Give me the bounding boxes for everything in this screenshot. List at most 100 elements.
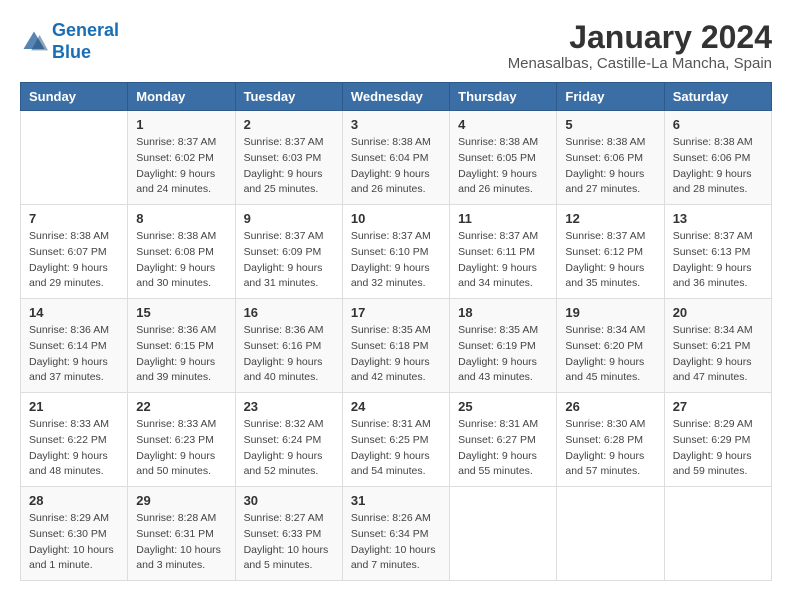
column-header-monday: Monday	[128, 83, 235, 111]
calendar-cell: 12 Sunrise: 8:37 AMSunset: 6:12 PMDaylig…	[557, 205, 664, 299]
day-info: Sunrise: 8:38 AMSunset: 6:07 PMDaylight:…	[29, 229, 119, 292]
calendar-cell: 29 Sunrise: 8:28 AMSunset: 6:31 PMDaylig…	[128, 487, 235, 581]
day-info: Sunrise: 8:36 AMSunset: 6:14 PMDaylight:…	[29, 323, 119, 386]
day-info: Sunrise: 8:33 AMSunset: 6:23 PMDaylight:…	[136, 417, 226, 480]
calendar-cell	[21, 111, 128, 205]
calendar-cell: 27 Sunrise: 8:29 AMSunset: 6:29 PMDaylig…	[664, 393, 771, 487]
location-title: Menasalbas, Castille-La Mancha, Spain	[508, 55, 772, 72]
day-info: Sunrise: 8:29 AMSunset: 6:30 PMDaylight:…	[29, 511, 119, 574]
calendar-cell: 21 Sunrise: 8:33 AMSunset: 6:22 PMDaylig…	[21, 393, 128, 487]
day-info: Sunrise: 8:38 AMSunset: 6:05 PMDaylight:…	[458, 135, 548, 198]
calendar-table: SundayMondayTuesdayWednesdayThursdayFrid…	[20, 82, 772, 581]
day-info: Sunrise: 8:37 AMSunset: 6:09 PMDaylight:…	[244, 229, 334, 292]
day-number: 16	[244, 305, 334, 320]
day-number: 3	[351, 117, 441, 132]
day-info: Sunrise: 8:38 AMSunset: 6:08 PMDaylight:…	[136, 229, 226, 292]
calendar-cell: 26 Sunrise: 8:30 AMSunset: 6:28 PMDaylig…	[557, 393, 664, 487]
day-number: 17	[351, 305, 441, 320]
calendar-cell: 19 Sunrise: 8:34 AMSunset: 6:20 PMDaylig…	[557, 299, 664, 393]
day-number: 21	[29, 399, 119, 414]
day-number: 12	[565, 211, 655, 226]
calendar-cell	[450, 487, 557, 581]
day-number: 20	[673, 305, 763, 320]
calendar-cell	[557, 487, 664, 581]
day-info: Sunrise: 8:31 AMSunset: 6:27 PMDaylight:…	[458, 417, 548, 480]
calendar-cell: 11 Sunrise: 8:37 AMSunset: 6:11 PMDaylig…	[450, 205, 557, 299]
logo: General Blue	[20, 20, 119, 63]
calendar-cell: 18 Sunrise: 8:35 AMSunset: 6:19 PMDaylig…	[450, 299, 557, 393]
day-number: 8	[136, 211, 226, 226]
day-info: Sunrise: 8:37 AMSunset: 6:12 PMDaylight:…	[565, 229, 655, 292]
day-number: 30	[244, 493, 334, 508]
day-info: Sunrise: 8:36 AMSunset: 6:16 PMDaylight:…	[244, 323, 334, 386]
calendar-cell: 6 Sunrise: 8:38 AMSunset: 6:06 PMDayligh…	[664, 111, 771, 205]
day-info: Sunrise: 8:33 AMSunset: 6:22 PMDaylight:…	[29, 417, 119, 480]
month-title: January 2024	[508, 20, 772, 55]
day-info: Sunrise: 8:38 AMSunset: 6:04 PMDaylight:…	[351, 135, 441, 198]
calendar-cell: 8 Sunrise: 8:38 AMSunset: 6:08 PMDayligh…	[128, 205, 235, 299]
day-info: Sunrise: 8:35 AMSunset: 6:18 PMDaylight:…	[351, 323, 441, 386]
day-number: 29	[136, 493, 226, 508]
calendar-cell: 3 Sunrise: 8:38 AMSunset: 6:04 PMDayligh…	[342, 111, 449, 205]
calendar-week-row: 28 Sunrise: 8:29 AMSunset: 6:30 PMDaylig…	[21, 487, 772, 581]
day-number: 19	[565, 305, 655, 320]
column-header-saturday: Saturday	[664, 83, 771, 111]
day-number: 13	[673, 211, 763, 226]
day-number: 11	[458, 211, 548, 226]
logo-icon	[20, 28, 48, 56]
page-header: General Blue January 2024 Menasalbas, Ca…	[20, 20, 772, 72]
calendar-cell: 15 Sunrise: 8:36 AMSunset: 6:15 PMDaylig…	[128, 299, 235, 393]
calendar-cell: 2 Sunrise: 8:37 AMSunset: 6:03 PMDayligh…	[235, 111, 342, 205]
day-number: 5	[565, 117, 655, 132]
logo-line1: General	[52, 20, 119, 40]
day-info: Sunrise: 8:38 AMSunset: 6:06 PMDaylight:…	[565, 135, 655, 198]
day-info: Sunrise: 8:37 AMSunset: 6:10 PMDaylight:…	[351, 229, 441, 292]
day-number: 25	[458, 399, 548, 414]
calendar-cell: 17 Sunrise: 8:35 AMSunset: 6:18 PMDaylig…	[342, 299, 449, 393]
day-info: Sunrise: 8:31 AMSunset: 6:25 PMDaylight:…	[351, 417, 441, 480]
day-number: 4	[458, 117, 548, 132]
calendar-cell: 30 Sunrise: 8:27 AMSunset: 6:33 PMDaylig…	[235, 487, 342, 581]
day-info: Sunrise: 8:36 AMSunset: 6:15 PMDaylight:…	[136, 323, 226, 386]
day-number: 6	[673, 117, 763, 132]
day-number: 2	[244, 117, 334, 132]
day-info: Sunrise: 8:34 AMSunset: 6:21 PMDaylight:…	[673, 323, 763, 386]
column-header-wednesday: Wednesday	[342, 83, 449, 111]
calendar-cell: 5 Sunrise: 8:38 AMSunset: 6:06 PMDayligh…	[557, 111, 664, 205]
day-number: 24	[351, 399, 441, 414]
calendar-cell: 13 Sunrise: 8:37 AMSunset: 6:13 PMDaylig…	[664, 205, 771, 299]
title-area: January 2024 Menasalbas, Castille-La Man…	[508, 20, 772, 72]
day-number: 22	[136, 399, 226, 414]
day-info: Sunrise: 8:35 AMSunset: 6:19 PMDaylight:…	[458, 323, 548, 386]
day-number: 23	[244, 399, 334, 414]
calendar-cell: 24 Sunrise: 8:31 AMSunset: 6:25 PMDaylig…	[342, 393, 449, 487]
day-info: Sunrise: 8:37 AMSunset: 6:11 PMDaylight:…	[458, 229, 548, 292]
calendar-cell: 14 Sunrise: 8:36 AMSunset: 6:14 PMDaylig…	[21, 299, 128, 393]
day-info: Sunrise: 8:26 AMSunset: 6:34 PMDaylight:…	[351, 511, 441, 574]
calendar-week-row: 7 Sunrise: 8:38 AMSunset: 6:07 PMDayligh…	[21, 205, 772, 299]
calendar-cell: 25 Sunrise: 8:31 AMSunset: 6:27 PMDaylig…	[450, 393, 557, 487]
calendar-cell: 23 Sunrise: 8:32 AMSunset: 6:24 PMDaylig…	[235, 393, 342, 487]
day-info: Sunrise: 8:38 AMSunset: 6:06 PMDaylight:…	[673, 135, 763, 198]
column-header-tuesday: Tuesday	[235, 83, 342, 111]
calendar-cell	[664, 487, 771, 581]
day-number: 15	[136, 305, 226, 320]
logo-text: General Blue	[52, 20, 119, 63]
calendar-cell: 28 Sunrise: 8:29 AMSunset: 6:30 PMDaylig…	[21, 487, 128, 581]
day-info: Sunrise: 8:34 AMSunset: 6:20 PMDaylight:…	[565, 323, 655, 386]
day-number: 1	[136, 117, 226, 132]
calendar-cell: 20 Sunrise: 8:34 AMSunset: 6:21 PMDaylig…	[664, 299, 771, 393]
column-header-friday: Friday	[557, 83, 664, 111]
day-number: 7	[29, 211, 119, 226]
calendar-cell: 4 Sunrise: 8:38 AMSunset: 6:05 PMDayligh…	[450, 111, 557, 205]
calendar-cell: 9 Sunrise: 8:37 AMSunset: 6:09 PMDayligh…	[235, 205, 342, 299]
day-number: 31	[351, 493, 441, 508]
calendar-week-row: 1 Sunrise: 8:37 AMSunset: 6:02 PMDayligh…	[21, 111, 772, 205]
calendar-cell: 31 Sunrise: 8:26 AMSunset: 6:34 PMDaylig…	[342, 487, 449, 581]
calendar-cell: 7 Sunrise: 8:38 AMSunset: 6:07 PMDayligh…	[21, 205, 128, 299]
logo-line2: Blue	[52, 42, 91, 62]
day-info: Sunrise: 8:29 AMSunset: 6:29 PMDaylight:…	[673, 417, 763, 480]
calendar-cell: 22 Sunrise: 8:33 AMSunset: 6:23 PMDaylig…	[128, 393, 235, 487]
day-info: Sunrise: 8:37 AMSunset: 6:03 PMDaylight:…	[244, 135, 334, 198]
day-number: 28	[29, 493, 119, 508]
